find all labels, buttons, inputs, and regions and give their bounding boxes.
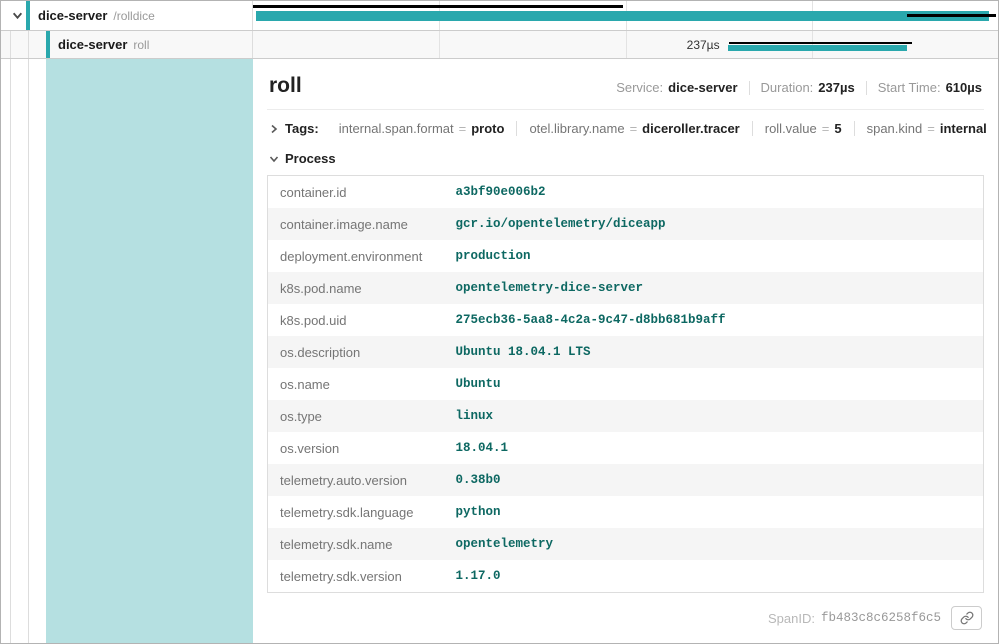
operation-name: /rolldice [113,9,154,23]
collapse-chevron-icon[interactable] [8,10,26,21]
service-label: Service: [616,80,663,95]
process-section-toggle[interactable]: Process [267,139,984,175]
start-time-value: 610µs [946,80,982,95]
process-row: os.descriptionUbuntu 18.04.1 LTS [268,336,984,368]
process-row: container.image.namegcr.io/opentelemetry… [268,208,984,240]
process-row: telemetry.auto.version0.38b0 [268,464,984,496]
tag-item: otel.library.name = diceroller.tracer [516,121,751,136]
critical-path-bar [729,42,912,44]
critical-path-bar [253,5,623,8]
indent-guide [10,59,11,643]
duration-value: 237µs [818,80,854,95]
duration-label: Duration: [761,80,814,95]
tags-label: Tags: [285,121,319,136]
span-detail-header: roll Service: dice-server Duration: 237µ… [267,59,984,110]
service-name: dice-server [58,37,127,52]
tag-item: roll.value = 5 [752,121,854,136]
operation-name: roll [133,38,149,52]
tag-item: internal.span.format = proto [327,121,517,136]
span-color-bar [26,1,30,30]
chevron-down-icon [269,154,279,164]
deep-link-button[interactable] [951,606,982,630]
span-row-rolldice[interactable]: dice-server /rolldice [1,1,998,31]
tags-section-toggle[interactable]: Tags: internal.span.format = proto otel.… [267,110,984,139]
indent-guide [28,31,29,58]
link-icon [960,611,974,625]
span-detail-footer: SpanID: fb483c8c6258f6c5 [267,593,984,643]
process-row: os.typelinux [268,400,984,432]
equals-sign: = [927,121,935,136]
equals-sign: = [459,121,467,136]
service-value: dice-server [668,80,737,95]
timeline-cell[interactable]: 237µs [253,31,998,58]
process-row: os.version18.04.1 [268,432,984,464]
timeline-cell[interactable] [253,1,998,30]
start-time-label: Start Time: [878,80,941,95]
span-name-cell[interactable]: dice-server roll [1,31,253,58]
span-duration-bar[interactable] [728,45,908,51]
span-summary: Service: dice-server Duration: 237µs Sta… [616,80,982,95]
timeline-gridline [626,31,627,58]
divider [749,81,750,95]
span-name-cell[interactable]: dice-server /rolldice [1,1,253,30]
span-duration-bar[interactable] [256,11,989,21]
critical-path-bar [907,14,996,17]
equals-sign: = [822,121,830,136]
timeline-gridline [439,31,440,58]
trace-timeline-view: dice-server /rolldice dice-server roll 2… [0,0,999,644]
span-title: roll [269,74,302,98]
process-row: os.nameUbuntu [268,368,984,400]
process-row: telemetry.sdk.nameopentelemetry [268,528,984,560]
span-detail-row: roll Service: dice-server Duration: 237µ… [1,59,998,643]
tag-item: span.kind = internal [854,121,998,136]
spanid-label: SpanID: [768,611,815,626]
process-row: telemetry.sdk.version1.17.0 [268,560,984,593]
span-color-bar [46,31,50,58]
process-row: telemetry.sdk.languagepython [268,496,984,528]
indent-guide [28,59,29,643]
process-kv-table: container.ida3bf90e006b2 container.image… [267,175,984,593]
process-label: Process [285,151,336,166]
divider [866,81,867,95]
span-detail-panel: roll Service: dice-server Duration: 237µ… [253,59,998,643]
service-name: dice-server [38,8,107,23]
equals-sign: = [630,121,638,136]
process-row: container.ida3bf90e006b2 [268,176,984,209]
process-row: k8s.pod.uid275ecb36-5aa8-4c2a-9c47-d8bb6… [268,304,984,336]
span-duration-label: 237µs [687,38,720,52]
process-row: k8s.pod.nameopentelemetry-dice-server [268,272,984,304]
chevron-right-icon [269,124,279,134]
span-row-roll[interactable]: dice-server roll 237µs [1,31,998,59]
indent-guide [10,31,11,58]
selected-span-highlight [46,59,253,643]
process-row: deployment.environmentproduction [268,240,984,272]
spanid-value: fb483c8c6258f6c5 [821,611,941,625]
